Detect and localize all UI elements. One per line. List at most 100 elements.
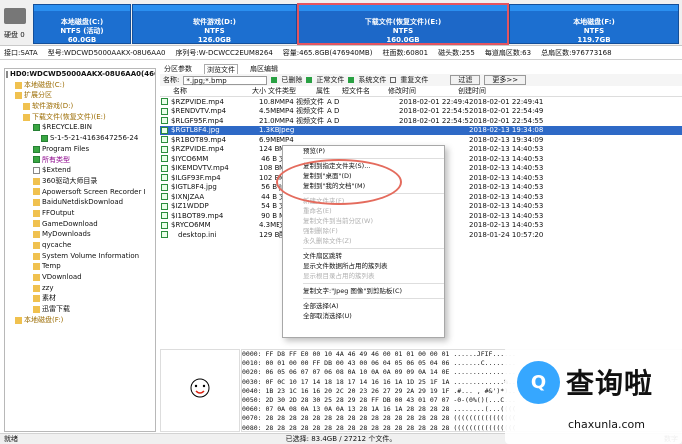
menu-show-clusters[interactable]: 显示文件数据所占用的簇列表 — [283, 261, 444, 271]
checkbox-icon[interactable] — [33, 145, 40, 153]
tree-folder[interactable]: BaiduNetdiskDownload — [5, 197, 155, 208]
folder-icon — [33, 273, 40, 281]
partition-c[interactable]: 本地磁盘(C:) NTFS (活动) 60.0GB — [33, 4, 131, 44]
table-row-selected[interactable]: $RGTL8F4.jpg 1.3KB Jpeg 2018-02-13 19:34:08 — [160, 125, 682, 135]
tree-e-node[interactable]: 下载文件(恢复文件)(E:) — [5, 112, 155, 123]
table-row[interactable]: $RLGF95F.mp4 21.0MBMP4 视频文件A D 2018-02-01 … — [160, 116, 682, 126]
tree-label: 本地磁盘(C:) — [24, 80, 65, 89]
tree-folder[interactable]: zzy — [5, 283, 155, 294]
file-name: $RZPVIDE.mp4 — [171, 97, 224, 106]
duplicate-checkbox[interactable] — [390, 77, 397, 83]
tree-c-node[interactable]: 本地磁盘(C:) — [5, 80, 155, 91]
tree-folder[interactable]: Temp — [5, 261, 155, 272]
column-shortname[interactable]: 短文件名 — [342, 86, 388, 96]
table-row[interactable]: $RENDVTV.mp4 4.5MB MP4 视频文件 A D 2018-02-01 2… — [160, 107, 682, 117]
checkbox-icon[interactable] — [33, 167, 40, 175]
row-checkbox[interactable] — [161, 107, 168, 115]
row-checkbox[interactable] — [161, 126, 168, 134]
tree-folder[interactable]: $RECYCLE.BIN — [5, 122, 155, 133]
tree-folder[interactable]: qycache — [5, 240, 155, 251]
more-button[interactable]: 更多>> — [484, 75, 527, 85]
tree-label: FFOutput — [42, 208, 75, 217]
file-ctime: 2018-02-01 22:49:41 — [469, 97, 544, 106]
partition-e[interactable]: 下载文件(恢复文件)(E:) NTFS 160.0GB — [297, 3, 509, 45]
row-checkbox[interactable] — [161, 136, 168, 144]
row-checkbox[interactable] — [161, 164, 168, 172]
column-attr[interactable]: 属性 — [316, 86, 342, 96]
table-row[interactable]: $RZPVIDE.mp4 10.8MBMP4 视频文件A D 2018-02-01 … — [160, 97, 682, 107]
filter-button[interactable]: 过滤 — [450, 75, 481, 85]
row-checkbox[interactable] — [161, 155, 168, 163]
file-size: 108 B — [259, 164, 279, 173]
system-checkbox[interactable] — [348, 77, 355, 83]
row-checkbox[interactable] — [161, 221, 168, 229]
tree-folder[interactable]: Program Files — [5, 144, 155, 155]
row-checkbox[interactable] — [161, 117, 168, 125]
deleted-checkbox[interactable] — [271, 77, 278, 83]
file-name: $IKEMDVTV.mp4 — [171, 164, 229, 173]
table-row[interactable]: $R1BOT89.mp4 6.9MB MP4 2018-02-13 19:34:09 — [160, 135, 682, 145]
row-checkbox[interactable] — [161, 193, 168, 201]
tab-browse-files[interactable]: 浏览文件 — [204, 64, 238, 74]
menu-deselect-all[interactable]: 全部取消选择(U) — [283, 311, 444, 321]
info-total-sectors: 总扇区数:976773168 — [541, 48, 612, 57]
tree-folder[interactable]: 所有类型 — [5, 155, 155, 166]
tree-folder[interactable]: 素材 — [5, 293, 155, 304]
file-ctime: 2018-02-01 22:54:55 — [469, 116, 544, 125]
column-size[interactable]: 大小 — [248, 86, 268, 96]
tree-label: Apowersoft Screen Recorder I — [42, 187, 146, 196]
file-name: $IZ1WDDP — [171, 202, 209, 211]
row-checkbox[interactable] — [161, 183, 168, 191]
column-mtime[interactable]: 修改时间 — [388, 86, 458, 96]
tree-folder[interactable]: S-1-5-21-4163647256-24 — [5, 133, 155, 144]
menu-copy-text[interactable]: 复制文字:"Jpeg 图像"到剪贴板(C) — [283, 286, 444, 296]
file-attr: A D — [327, 116, 340, 125]
file-name: $RLGF95F.mp4 — [171, 116, 224, 125]
column-name[interactable]: 名称 — [160, 86, 248, 96]
check-label: 系统文件 — [358, 76, 387, 84]
tree-folder[interactable]: FFOutput — [5, 208, 155, 219]
file-ctime: 2018-02-13 14:40:53 — [469, 183, 544, 192]
tree-disk-node[interactable]: HD0:WDCWD5000AAKX-08U6AA0(466GB) — [5, 69, 155, 80]
file-name: $RGTL8F4.jpg — [171, 126, 220, 135]
row-checkbox[interactable] — [161, 98, 168, 106]
partition-name: 本地磁盘(F:) — [573, 18, 615, 26]
menu-sector-jump[interactable]: 文件扇区跳转 — [283, 251, 444, 261]
tree-folder[interactable]: GameDownload — [5, 219, 155, 230]
partition-f[interactable]: 本地磁盘(F:) NTFS 119.7GB — [509, 4, 679, 44]
tree-d-node[interactable]: 软件游戏(D:) — [5, 101, 155, 112]
tree-folder[interactable]: 360驱动大师目录 — [5, 176, 155, 187]
tree-folder[interactable]: VDownload — [5, 272, 155, 283]
menu-preview[interactable]: 预览(P) — [283, 146, 444, 156]
filter-input[interactable]: *.jpg;*.bmp — [183, 75, 268, 85]
tree-folder[interactable]: $Extend — [5, 165, 155, 176]
normal-checkbox[interactable] — [306, 77, 313, 83]
tree-folder[interactable]: Apowersoft Screen Recorder I — [5, 187, 155, 198]
menu-select-all[interactable]: 全部选择(A) — [283, 301, 444, 311]
folder-icon — [33, 220, 40, 228]
file-size: 44 B — [261, 192, 277, 201]
column-ctime[interactable]: 创建时间 — [458, 86, 533, 96]
file-ctime: 2018-02-13 14:40:53 — [469, 145, 544, 154]
checkbox-icon[interactable] — [33, 124, 40, 132]
row-checkbox[interactable] — [161, 212, 168, 220]
tree-label: 扩展分区 — [24, 91, 52, 100]
partition-d[interactable]: 软件游戏(D:) NTFS 126.0GB — [132, 4, 297, 44]
row-checkbox[interactable] — [161, 174, 168, 182]
checkbox-icon[interactable] — [33, 156, 40, 164]
tree-extended-node[interactable]: 扩展分区 — [5, 90, 155, 101]
tree-f-node[interactable]: 本地磁盘(F:) — [5, 315, 155, 326]
tree-folder[interactable]: MyDownloads — [5, 229, 155, 240]
file-size: 90 B — [261, 211, 277, 220]
file-ctime: 2018-02-13 19:34:08 — [469, 126, 544, 135]
checkbox-icon[interactable] — [41, 134, 48, 142]
row-checkbox[interactable] — [161, 145, 168, 153]
tree-folder[interactable]: 迅雷下载 — [5, 304, 155, 315]
tab-partition-params[interactable]: 分区参数 — [162, 64, 194, 74]
tree-folder[interactable]: System Volume Information — [5, 251, 155, 262]
tab-sector-edit[interactable]: 扇区编辑 — [248, 64, 280, 74]
row-checkbox[interactable] — [161, 202, 168, 210]
menu-force-delete: 强制删除(F) — [303, 227, 338, 235]
tree-label: 所有类型 — [42, 155, 70, 164]
column-type[interactable]: 文件类型 — [268, 86, 316, 96]
